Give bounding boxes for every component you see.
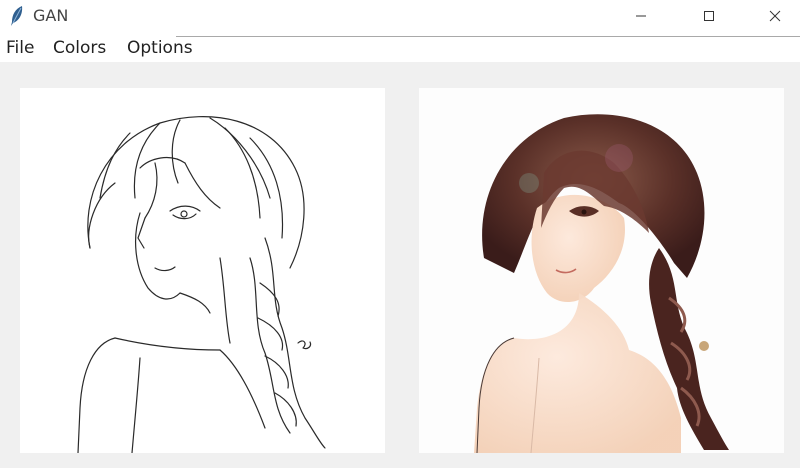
menu-bar <box>0 32 800 62</box>
colorized-drawing <box>474 114 729 453</box>
close-button[interactable] <box>752 0 798 32</box>
window-title: GAN <box>33 6 69 25</box>
sketch-drawing <box>77 116 326 453</box>
maximize-button[interactable] <box>686 0 732 32</box>
close-icon <box>769 10 781 22</box>
sketch-canvas[interactable] <box>20 88 385 453</box>
colorized-canvas <box>419 88 784 453</box>
feather-icon <box>11 6 23 26</box>
title-bar: GAN <box>0 0 800 32</box>
menu-options[interactable]: Options <box>127 38 193 58</box>
menu-separator <box>176 36 800 37</box>
minimize-icon <box>636 15 646 17</box>
maximize-icon <box>704 11 714 21</box>
menu-file[interactable]: File <box>6 38 34 58</box>
minimize-button[interactable] <box>618 0 664 32</box>
menu-colors[interactable]: Colors <box>53 38 106 58</box>
